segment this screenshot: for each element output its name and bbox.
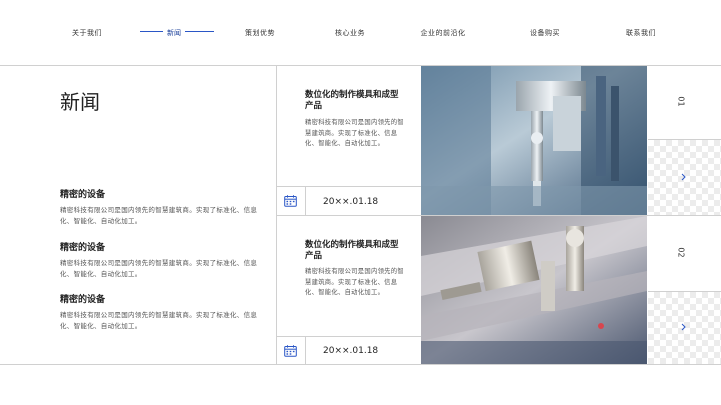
feature-desc: 精密科技有限公司是国内领先的智慧建筑商。实现了标准化、信息化、智能化、自动化加工… [60, 206, 258, 225]
feature-title: 精密的设备 [60, 190, 106, 200]
news-card-date: 20××.01.18 [323, 197, 379, 207]
nav-item-frontier[interactable]: 企业的前沿化 [398, 28, 488, 38]
news-card-title[interactable]: 数位化的制作模具和成型产品 [305, 240, 405, 262]
divider-bottom [0, 364, 721, 365]
page-title: 新闻 [60, 90, 100, 114]
divider-date-1 [305, 186, 306, 216]
news-index-number: 01 [676, 96, 686, 107]
machine-photo-image [421, 66, 647, 215]
machine-photo[interactable] [421, 66, 647, 215]
nav-item-contact[interactable]: 联系我们 [596, 28, 686, 38]
feature-item: 精密的设备 精密科技有限公司是国内领先的智慧建筑商。实现了标准化、信息化、智能化… [60, 292, 260, 331]
machine-photo-image [421, 216, 647, 364]
arrow-right-icon[interactable] [678, 322, 690, 332]
feature-title: 精密的设备 [60, 243, 106, 253]
top-nav: 关于我们 新闻 策划优势 核心业务 企业的前沿化 设备购买 联系我们 [0, 0, 721, 66]
nav-item-news[interactable]: 新闻 [163, 28, 185, 38]
news-card-date: 20××.01.18 [323, 346, 379, 356]
news-card-title[interactable]: 数位化的制作模具和成型产品 [305, 90, 405, 112]
feature-title: 精密的设备 [60, 295, 106, 305]
nav-item-advantages[interactable]: 策划优势 [215, 28, 305, 38]
feature-desc: 精密科技有限公司是国内领先的智慧建筑商。实现了标准化、信息化、智能化、自动化加工… [60, 311, 258, 330]
divider-card1-date [276, 186, 421, 187]
nav-item-purchase[interactable]: 设备购买 [500, 28, 590, 38]
news-card-desc: 精密科技有限公司是国内领先的智慧建筑商。实现了标准化、信息化、智能化、自动化加工… [305, 119, 404, 147]
feature-desc: 精密科技有限公司是国内领先的智慧建筑商。实现了标准化、信息化、智能化、自动化加工… [60, 259, 258, 278]
feature-item: 精密的设备 精密科技有限公司是国内领先的智慧建筑商。实现了标准化、信息化、智能化… [60, 240, 260, 279]
nav-item-about[interactable]: 关于我们 [42, 28, 132, 38]
arrow-right-icon[interactable] [678, 172, 690, 182]
divider-card2-date [276, 336, 421, 337]
calendar-icon [284, 345, 297, 357]
news-index-number: 02 [676, 247, 686, 258]
machine-photo[interactable] [421, 216, 647, 364]
news-card-desc: 精密科技有限公司是国内领先的智慧建筑商。实现了标准化、信息化、智能化、自动化加工… [305, 268, 404, 296]
calendar-icon [284, 195, 297, 207]
divider-date-2 [305, 336, 306, 365]
feature-item: 精密的设备 精密科技有限公司是国内领先的智慧建筑商。实现了标准化、信息化、智能化… [60, 187, 260, 226]
nav-item-core-business[interactable]: 核心业务 [305, 28, 395, 38]
